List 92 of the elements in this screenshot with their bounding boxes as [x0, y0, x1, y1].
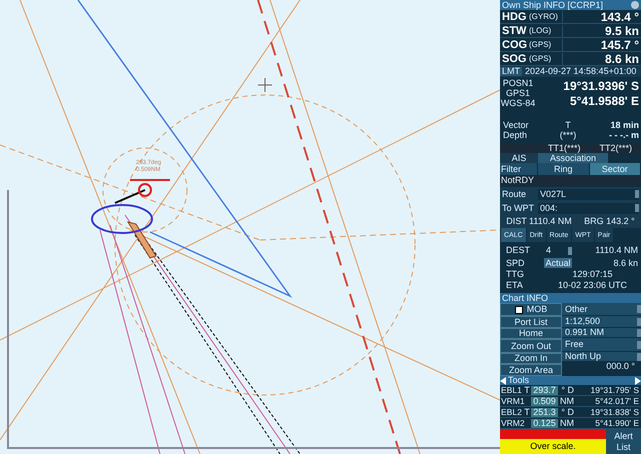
mob-icon [514, 306, 523, 314]
sensor-source: (LOG) [529, 26, 552, 34]
target-tab[interactable]: AIS [500, 153, 538, 163]
annotation-ellipse [91, 204, 153, 234]
position-source: WGS-84 [500, 99, 536, 108]
mode-indicator: T [523, 408, 531, 416]
dest-label: DEST [506, 246, 532, 255]
sensor-source: (GYRO) [529, 12, 559, 20]
tool-unit: NM [559, 396, 574, 406]
bearing-reading: BRG 143.2 ° [584, 217, 635, 226]
sensor-source: (GPS) [529, 40, 552, 48]
spd-reading: 8.6 kn [612, 258, 639, 268]
tool-label: VRM2 [500, 418, 523, 428]
sensor-value: 143.4 ° [562, 10, 641, 22]
longitude: 5°41.9588' E [570, 95, 639, 107]
latitude: 19°31.9396' S [563, 80, 639, 92]
right-arrow-icon [635, 376, 641, 384]
own-ship-icon [126, 221, 157, 259]
alert-message: Over scale. [500, 439, 606, 454]
dest-reading: 1110.4 NM [594, 246, 639, 255]
section-title: Tools [508, 376, 530, 385]
depth-label: Depth [502, 130, 528, 140]
bearing-value: 000.0 ° [605, 362, 636, 373]
tool-value: 251.3 [531, 408, 558, 416]
dest-select[interactable]: 4 [544, 246, 572, 256]
speed-mode-button[interactable]: Actual [544, 258, 572, 268]
depth-value: - - -.- m [608, 130, 640, 140]
tool-unit: NM [559, 418, 574, 428]
sensor-label: STW [501, 24, 528, 36]
tool-position: 19°31.795' S [589, 386, 640, 394]
sensor-label: COG [501, 38, 528, 50]
tool-label: EBL2 [500, 408, 523, 416]
chart-select[interactable]: 1:12,500 [562, 316, 641, 328]
route-select[interactable]: 004: [538, 202, 639, 214]
filter-tab[interactable]: Filter [500, 163, 538, 175]
depth-source: (***) [558, 130, 578, 140]
sensor-value: 145.7 ° [562, 38, 641, 50]
chart-button[interactable]: Port List [500, 316, 562, 328]
target-status: NotRDY [500, 176, 534, 184]
route-label: To WPT [501, 204, 536, 212]
vector-value: 18 min [609, 120, 640, 130]
filter-tab[interactable]: Ring [538, 163, 590, 175]
sensor-value: 9.5 kn [562, 24, 641, 36]
route-label: Route [501, 190, 528, 198]
tool-value: 0.509 [531, 396, 558, 406]
position-source: GPS1 [506, 89, 530, 98]
tool-position: 5°42.017' E [594, 396, 640, 406]
tool-unit: ° D [560, 408, 574, 416]
route-select[interactable]: V027L [538, 188, 639, 200]
filter-tab[interactable]: Sector [590, 163, 641, 175]
tool-label: EBL1 [500, 386, 523, 394]
section-title: Chart INFO [502, 294, 548, 302]
chart-select[interactable]: Free [562, 338, 641, 352]
eta-label: ETA [506, 281, 524, 290]
ttg-reading: 129:07:15 [571, 270, 614, 279]
lmt-value: 2024-09-27 14:58:45+01:00 [525, 67, 636, 76]
tool-unit: ° D [560, 386, 574, 394]
panel-title: Own Ship INFO [CCRP1] [502, 0, 604, 10]
spd-label: SPD [506, 258, 526, 268]
sensor-source: (GPS) [529, 54, 552, 62]
position-source: POSN1 [502, 79, 534, 88]
sensor-value: 8.6 kn [562, 52, 641, 64]
chart-button[interactable]: Zoom Out [500, 339, 562, 353]
tool-position: 19°31.838' S [589, 408, 640, 416]
target-circle [138, 183, 152, 197]
vector-label: Vector [502, 120, 530, 130]
chart-select[interactable]: 0.991 NM [562, 328, 641, 338]
left-arrow-icon [500, 376, 506, 384]
lmt-label: LMT [500, 67, 522, 76]
target-marker-line [130, 179, 170, 181]
chart-select[interactable]: North Up [562, 352, 641, 362]
tool-value: 293.7 [531, 386, 558, 394]
eta-reading: 10-02 23:06 UTC [556, 281, 628, 290]
tool-value: 0.125 [531, 418, 558, 428]
ttg-label: TTG [506, 270, 525, 279]
tool-position: 5°41.990' E [594, 418, 640, 428]
target-tab[interactable]: Association [538, 153, 608, 163]
ebl-line [114, 189, 146, 204]
mob-button[interactable]: MOB [500, 303, 562, 316]
sensor-label: SOG [501, 52, 528, 64]
distance-reading: DIST 1110.4 NM [506, 217, 572, 226]
dropdown-icon [568, 246, 572, 254]
chart-button[interactable]: Home [500, 328, 562, 339]
sensor-label: HDG [501, 10, 528, 22]
alert-list-button[interactable]: Alert List [606, 429, 641, 454]
chart-select[interactable]: Other [562, 303, 641, 316]
chart-button[interactable]: Zoom Area [500, 364, 562, 376]
chart-button[interactable]: Zoom In [500, 353, 562, 364]
tool-label: VRM1 [500, 396, 523, 406]
vector-mode: T [564, 120, 572, 130]
cursor-cross-icon [258, 78, 272, 92]
mode-indicator: T [523, 386, 531, 394]
